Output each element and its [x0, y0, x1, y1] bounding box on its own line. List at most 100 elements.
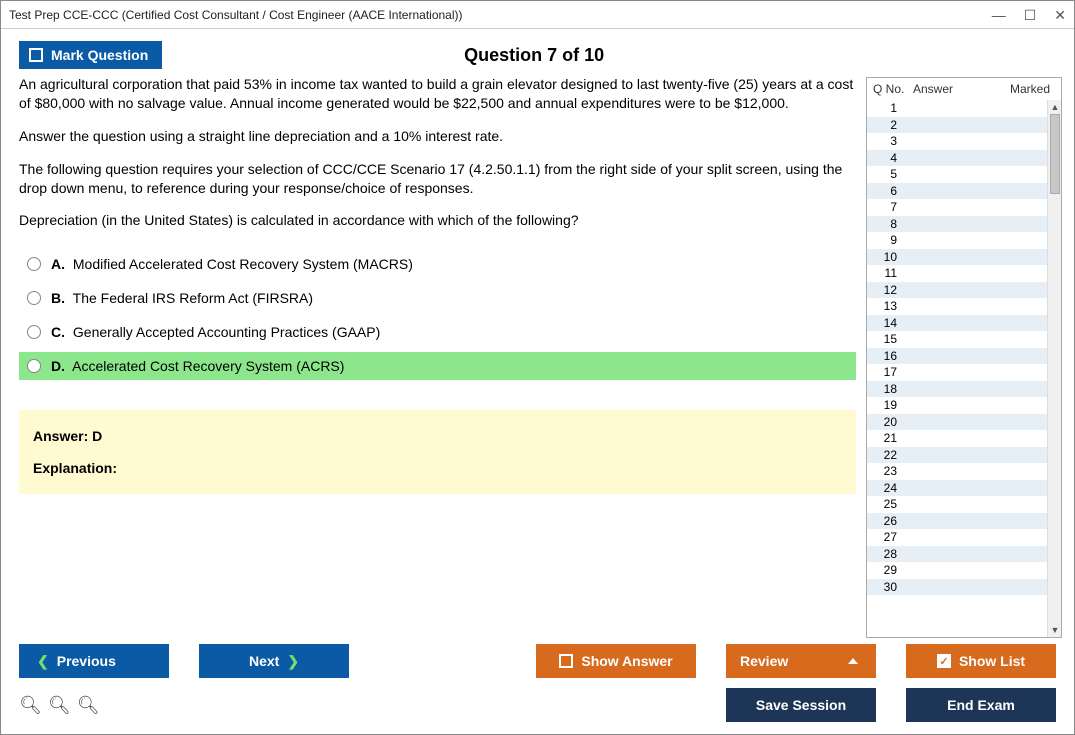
scrollbar[interactable]: ▲ ▼	[1047, 100, 1061, 637]
question-list-scroll: 1 2 3 4 5 6 7 8 9 10 11 12 13 14 15 16 1	[867, 100, 1061, 637]
show-answer-label: Show Answer	[581, 653, 672, 669]
list-item[interactable]: 6	[867, 183, 1047, 200]
save-session-button[interactable]: Save Session	[726, 688, 876, 722]
checkbox-icon	[29, 48, 43, 62]
footer-row-2: 🔍︎ 🔍︎ 🔍︎ Save Session End Exam	[19, 688, 1056, 722]
zoom-out-icon[interactable]: 🔍︎	[77, 695, 100, 716]
option-text: A. Modified Accelerated Cost Recovery Sy…	[51, 256, 413, 272]
footer-row-1: ❮ Previous Next ❯ Show Answer Review ✓ S…	[19, 644, 1056, 678]
question-paragraph: An agricultural corporation that paid 53…	[19, 75, 856, 113]
list-item[interactable]: 27	[867, 529, 1047, 546]
window-controls: — ☐ ✕	[992, 8, 1066, 22]
top-bar: Mark Question Question 7 of 10	[1, 29, 1074, 75]
end-exam-label: End Exam	[947, 697, 1015, 713]
list-item[interactable]: 21	[867, 430, 1047, 447]
radio-icon	[27, 291, 41, 305]
list-item[interactable]: 10	[867, 249, 1047, 266]
list-item[interactable]: 2	[867, 117, 1047, 134]
list-item[interactable]: 20	[867, 414, 1047, 431]
check-icon: ✓	[937, 654, 951, 668]
question-counter: Question 7 of 10	[162, 45, 906, 66]
review-label: Review	[740, 653, 788, 669]
list-item[interactable]: 24	[867, 480, 1047, 497]
previous-label: Previous	[57, 653, 116, 669]
triangle-up-icon	[848, 658, 858, 664]
content-area: An agricultural corporation that paid 53…	[1, 75, 1074, 640]
list-item[interactable]: 28	[867, 546, 1047, 563]
list-item[interactable]: 13	[867, 298, 1047, 315]
option-d[interactable]: D. Accelerated Cost Recovery System (ACR…	[19, 352, 856, 380]
col-qno: Q No.	[873, 82, 905, 96]
list-item[interactable]: 7	[867, 199, 1047, 216]
minimize-icon[interactable]: —	[992, 8, 1006, 22]
show-answer-button[interactable]: Show Answer	[536, 644, 696, 678]
option-text: C. Generally Accepted Accounting Practic…	[51, 324, 380, 340]
list-item[interactable]: 4	[867, 150, 1047, 167]
review-button[interactable]: Review	[726, 644, 876, 678]
zoom-in-icon[interactable]: 🔍︎	[19, 695, 42, 716]
maximize-icon[interactable]: ☐	[1024, 8, 1037, 22]
close-icon[interactable]: ✕	[1054, 8, 1066, 22]
option-text: B. The Federal IRS Reform Act (FIRSRA)	[51, 290, 313, 306]
list-item[interactable]: 14	[867, 315, 1047, 332]
list-item[interactable]: 22	[867, 447, 1047, 464]
radio-icon	[27, 257, 41, 271]
list-item[interactable]: 15	[867, 331, 1047, 348]
explanation-label: Explanation:	[33, 460, 842, 476]
mark-question-label: Mark Question	[51, 47, 148, 63]
list-item[interactable]: 23	[867, 463, 1047, 480]
option-b[interactable]: B. The Federal IRS Reform Act (FIRSRA)	[19, 284, 856, 312]
zoom-reset-icon[interactable]: 🔍︎	[48, 695, 71, 716]
show-list-label: Show List	[959, 653, 1025, 669]
next-button[interactable]: Next ❯	[199, 644, 349, 678]
correct-answer-label: Answer: D	[33, 428, 842, 444]
chevron-left-icon: ❮	[37, 653, 49, 670]
previous-button[interactable]: ❮ Previous	[19, 644, 169, 678]
list-item[interactable]: 8	[867, 216, 1047, 233]
scroll-down-icon[interactable]: ▼	[1048, 623, 1061, 637]
end-exam-button[interactable]: End Exam	[906, 688, 1056, 722]
mark-question-button[interactable]: Mark Question	[19, 41, 162, 69]
question-body: An agricultural corporation that paid 53…	[19, 75, 856, 244]
checkbox-icon	[559, 654, 573, 668]
question-list-header: Q No. Answer Marked	[867, 78, 1061, 100]
window-title: Test Prep CCE-CCC (Certified Cost Consul…	[9, 8, 992, 22]
option-text: D. Accelerated Cost Recovery System (ACR…	[51, 358, 344, 374]
question-list-panel: Q No. Answer Marked 1 2 3 4 5 6 7 8 9 10…	[866, 77, 1062, 638]
question-paragraph: Depreciation (in the United States) is c…	[19, 211, 856, 230]
list-item[interactable]: 5	[867, 166, 1047, 183]
list-item[interactable]: 29	[867, 562, 1047, 579]
chevron-right-icon: ❯	[287, 653, 299, 670]
question-panel: An agricultural corporation that paid 53…	[19, 75, 866, 640]
col-marked: Marked	[1005, 82, 1055, 96]
list-item[interactable]: 25	[867, 496, 1047, 513]
list-item[interactable]: 9	[867, 232, 1047, 249]
list-item[interactable]: 3	[867, 133, 1047, 150]
zoom-controls: 🔍︎ 🔍︎ 🔍︎	[19, 695, 100, 716]
list-item[interactable]: 17	[867, 364, 1047, 381]
scroll-up-icon[interactable]: ▲	[1048, 100, 1061, 114]
radio-icon	[27, 359, 41, 373]
option-a[interactable]: A. Modified Accelerated Cost Recovery Sy…	[19, 250, 856, 278]
save-session-label: Save Session	[756, 697, 846, 713]
question-paragraph: The following question requires your sel…	[19, 160, 856, 198]
scroll-thumb[interactable]	[1050, 114, 1060, 194]
answer-explanation-box: Answer: D Explanation:	[19, 410, 856, 494]
next-label: Next	[249, 653, 279, 669]
list-item[interactable]: 1	[867, 100, 1047, 117]
list-item[interactable]: 12	[867, 282, 1047, 299]
answer-options: A. Modified Accelerated Cost Recovery Sy…	[19, 250, 856, 386]
list-item[interactable]: 11	[867, 265, 1047, 282]
radio-icon	[27, 325, 41, 339]
option-c[interactable]: C. Generally Accepted Accounting Practic…	[19, 318, 856, 346]
question-paragraph: Answer the question using a straight lin…	[19, 127, 856, 146]
list-item[interactable]: 16	[867, 348, 1047, 365]
show-list-button[interactable]: ✓ Show List	[906, 644, 1056, 678]
question-list-rows: 1 2 3 4 5 6 7 8 9 10 11 12 13 14 15 16 1	[867, 100, 1047, 595]
list-item[interactable]: 19	[867, 397, 1047, 414]
list-item[interactable]: 18	[867, 381, 1047, 398]
list-item[interactable]: 30	[867, 579, 1047, 596]
list-item[interactable]: 26	[867, 513, 1047, 530]
col-answer: Answer	[905, 82, 1005, 96]
footer: ❮ Previous Next ❯ Show Answer Review ✓ S…	[1, 640, 1074, 734]
